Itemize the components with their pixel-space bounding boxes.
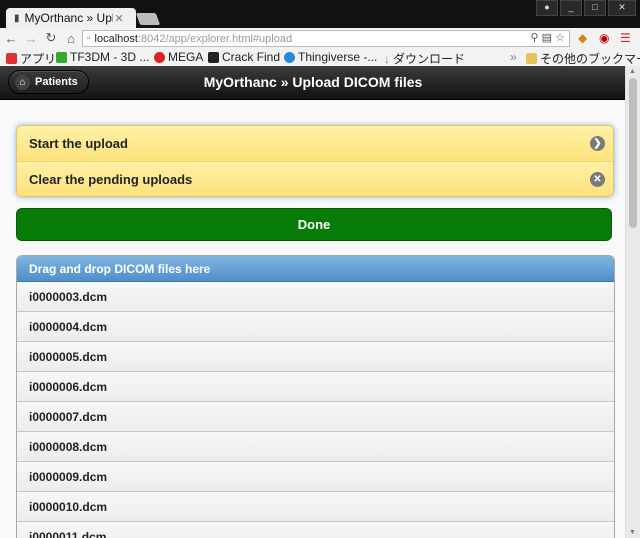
bookmark-label: Thingiverse -... [298,50,378,64]
bookmark-thingiverse[interactable]: Thingiverse -... [284,50,377,64]
bookmarks-bar: アプリ TF3DM - 3D ... MEGA Crack Find Thing… [0,48,640,67]
page-info-icon[interactable]: ▫ [87,33,91,44]
bookmark-crackfind[interactable]: Crack Find [208,50,280,64]
list-item[interactable]: i0000008.dcm [17,432,614,462]
list-item[interactable]: i0000011.dcm [17,522,614,538]
page-icon: ▮ [14,12,20,24]
maximize-button[interactable]: □ [584,0,606,16]
close-window-button[interactable]: ✕ [608,0,636,16]
user-icon[interactable]: ● [536,0,558,16]
back-icon[interactable]: ← [2,31,20,46]
list-item[interactable]: i0000010.dcm [17,492,614,522]
address-bar[interactable]: ▫ localhost:8042/app/explorer.html#uploa… [82,30,570,47]
folder-icon [526,53,537,64]
star-icon[interactable]: ☆ [555,32,565,44]
list-item[interactable]: i0000004.dcm [17,312,614,342]
bookmark-tf3dm[interactable]: TF3DM - 3D ... [56,50,149,64]
list-item[interactable]: i0000005.dcm [17,342,614,372]
page-viewport: ⌂ Patients MyOrthanc » Upload DICOM file… [0,66,640,538]
dicom-dropzone[interactable]: Drag and drop DICOM files here i0000003.… [16,255,615,538]
start-upload-label: Start the upload [29,136,128,151]
home-icon[interactable]: ⌂ [62,31,80,46]
list-item[interactable]: i0000006.dcm [17,372,614,402]
zoom-icon[interactable]: ⚲ [531,32,539,44]
scroll-thumb[interactable] [629,78,637,228]
reload-icon[interactable]: ↻ [42,30,60,46]
clear-uploads-button[interactable]: Clear the pending uploads ✕ [17,161,613,196]
upload-actions: Start the upload ❯ Clear the pending upl… [16,125,614,197]
crackfind-icon [208,51,219,63]
page-title: MyOrthanc » Upload DICOM files [203,74,423,90]
url-host: localhost [94,32,138,45]
browser-tab[interactable]: ▮ MyOrthanc » Uplo ✕ [6,8,136,28]
close-tab-icon[interactable]: ✕ [115,12,124,25]
scroll-up-icon[interactable]: ▲ [629,68,636,75]
ublock-icon[interactable]: ◉ [599,31,609,45]
list-item[interactable]: i0000009.dcm [17,462,614,492]
url-path: :8042/app/explorer.html#upload [137,32,293,45]
mega-icon [154,51,165,63]
thingiverse-icon [284,51,295,63]
scroll-down-icon[interactable]: ▼ [629,529,636,536]
page-header: ⌂ Patients MyOrthanc » Upload DICOM file… [0,66,626,100]
bookmark-label: MEGA [168,50,204,64]
new-tab-button[interactable] [135,13,161,25]
page-scrollbar[interactable]: ▲ ▼ [625,66,640,538]
bookmark-label: Crack Find [222,50,281,64]
bookmark-label: ダウンロード [393,52,466,66]
bookmark-overflow[interactable]: » [510,50,517,64]
tab-title: MyOrthanc » Uplo [24,11,113,25]
arrow-right-icon: ❯ [590,136,605,151]
bookmark-label: TF3DM - 3D ... [70,50,150,64]
bookmark-mega[interactable]: MEGA [154,50,203,64]
apps-icon [6,53,17,64]
bookmark-label: アプリ [20,52,57,66]
minimize-button[interactable]: _ [560,0,582,16]
extension-icon[interactable]: ◆ [578,31,587,45]
omnibox-icons: ⚲ ▤ ☆ [531,31,565,44]
close-icon: ✕ [590,172,605,187]
bookmark-downloads[interactable]: ↓ ダウンロード [384,50,465,67]
forward-icon[interactable]: → [22,31,40,46]
url-text[interactable]: localhost:8042/app/explorer.html#upload [95,33,293,45]
browser-titlebar: ▮ MyOrthanc » Uplo ✕ ● _ □ ✕ [0,0,640,28]
list-item[interactable]: i0000003.dcm [17,282,614,312]
start-upload-button[interactable]: Start the upload ❯ [17,126,613,161]
clear-uploads-label: Clear the pending uploads [29,171,193,187]
tf3dm-icon [56,51,67,63]
download-icon: ↓ [384,51,390,66]
bookmark-other[interactable]: その他のブックマーク [526,50,640,67]
dropzone-title: Drag and drop DICOM files here [17,256,614,282]
list-item[interactable]: i0000007.dcm [17,402,614,432]
bookmark-label: その他のブックマーク [540,52,640,66]
window-controls: ● _ □ ✕ [534,0,636,16]
menu-icon[interactable]: ☰ [620,31,631,45]
done-button[interactable]: Done [16,208,612,241]
translate-icon[interactable]: ▤ [542,32,552,44]
bookmark-apps[interactable]: アプリ [6,50,56,67]
